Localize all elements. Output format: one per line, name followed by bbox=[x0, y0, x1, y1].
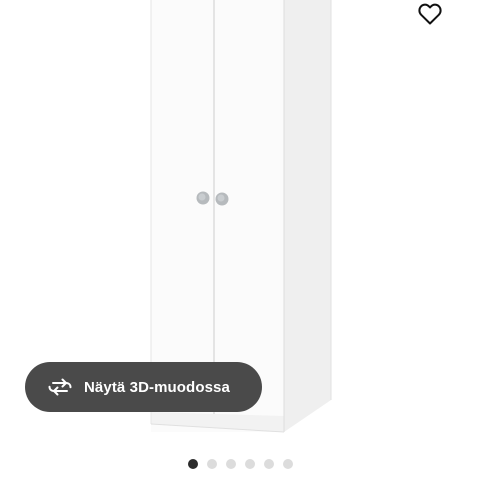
view-3d-button[interactable]: Näytä 3D-muodossa bbox=[25, 362, 262, 412]
image-pager bbox=[0, 458, 480, 470]
rotate-3d-icon bbox=[47, 377, 73, 397]
product-gallery: Näytä 3D-muodossa bbox=[0, 0, 480, 480]
wardrobe-side-panel bbox=[284, 0, 331, 432]
pager-dot[interactable] bbox=[263, 459, 274, 469]
pager-dot[interactable] bbox=[187, 459, 198, 469]
pager-dot[interactable] bbox=[244, 459, 255, 469]
pager-dot[interactable] bbox=[225, 459, 236, 469]
favorite-button[interactable] bbox=[416, 0, 444, 28]
pager-dot[interactable] bbox=[206, 459, 217, 469]
view-3d-label: Näytä 3D-muodossa bbox=[84, 378, 230, 396]
heart-icon bbox=[418, 3, 442, 25]
pager-dot[interactable] bbox=[282, 459, 293, 469]
